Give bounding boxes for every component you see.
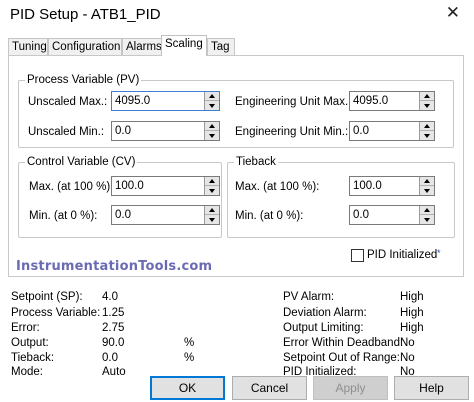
scaling-panel: Process Variable (PV) Unscaled Max.: Uns… <box>8 55 464 277</box>
tieback-min-spinner[interactable] <box>349 205 435 225</box>
watermark-text: InstrumentationTools.com <box>16 259 213 274</box>
spin-down-icon[interactable] <box>205 131 219 140</box>
status-label: Mode: <box>11 366 43 378</box>
tab-alarms[interactable]: Alarms <box>122 38 162 56</box>
spin-down-icon[interactable] <box>205 101 219 110</box>
eng-max-label: Engineering Unit Max.: <box>235 96 352 108</box>
tab-configuration[interactable]: Configuration <box>48 38 122 56</box>
tieback-group-title: Tieback <box>234 155 278 169</box>
status-value: No <box>400 352 415 364</box>
status-label: Output: <box>11 337 49 349</box>
status-unit: % <box>184 352 195 364</box>
spin-down-icon[interactable] <box>420 215 434 224</box>
status-value: 1.25 <box>102 307 125 319</box>
status-label: Setpoint Out of Range: <box>283 352 400 364</box>
status-label: Error Within Deadband: <box>283 337 404 349</box>
tieback-group: Tieback <box>227 155 455 238</box>
tieback-max-spinner[interactable] <box>349 176 435 196</box>
cancel-button[interactable]: Cancel <box>232 376 307 400</box>
unscaled-min-field[interactable] <box>112 122 204 140</box>
status-value: No <box>400 337 415 349</box>
spin-down-icon[interactable] <box>205 186 219 195</box>
ok-button[interactable]: OK <box>150 376 225 400</box>
spin-down-icon[interactable] <box>420 101 434 110</box>
status-value: 0.0 <box>102 352 118 364</box>
window-title: PID Setup - ATB1_PID <box>10 6 161 23</box>
tieback-max-field[interactable] <box>350 177 419 195</box>
tieback-max-label: Max. (at 100 %): <box>235 181 320 193</box>
cv-min-field[interactable] <box>112 206 204 224</box>
spin-up-icon[interactable] <box>420 92 434 101</box>
status-unit: % <box>184 337 195 349</box>
cv-group: Control Variable (CV) <box>18 155 222 238</box>
spin-up-icon[interactable] <box>205 92 219 101</box>
status-label: PV Alarm: <box>283 291 335 303</box>
spin-up-icon[interactable] <box>420 177 434 186</box>
eng-max-spinner[interactable] <box>349 91 435 111</box>
status-label: Output Limiting: <box>283 322 364 334</box>
cv-max-label: Max. (at 100 %): <box>29 181 114 193</box>
unscaled-min-spinner[interactable] <box>111 121 220 141</box>
eng-max-field[interactable] <box>350 92 419 110</box>
spin-up-icon[interactable] <box>205 122 219 131</box>
spin-up-icon[interactable] <box>420 122 434 131</box>
spin-down-icon[interactable] <box>420 131 434 140</box>
tieback-min-field[interactable] <box>350 206 419 224</box>
spin-up-icon[interactable] <box>205 206 219 215</box>
spin-down-icon[interactable] <box>420 186 434 195</box>
status-value: High <box>400 291 424 303</box>
tab-tag[interactable]: Tag <box>207 38 235 56</box>
spin-up-icon[interactable] <box>205 177 219 186</box>
status-label: Deviation Alarm: <box>283 307 367 319</box>
cv-min-label: Min. (at 0 %): <box>29 210 98 222</box>
status-label: Process Variable: <box>11 307 101 319</box>
status-label: Error: <box>11 322 40 334</box>
status-value: 4.0 <box>102 291 118 303</box>
cv-min-spinner[interactable] <box>111 205 220 225</box>
status-value: 90.0 <box>102 337 125 349</box>
tab-scaling[interactable]: Scaling <box>161 35 207 56</box>
help-button[interactable]: Help <box>394 376 469 400</box>
unscaled-min-label: Unscaled Min.: <box>28 126 105 138</box>
eng-min-spinner[interactable] <box>349 121 435 141</box>
cv-group-title: Control Variable (CV) <box>25 155 138 169</box>
spin-down-icon[interactable] <box>205 215 219 224</box>
spin-up-icon[interactable] <box>420 206 434 215</box>
pid-initialized-marker: * <box>437 248 441 258</box>
tab-tuning[interactable]: Tuning <box>8 38 48 56</box>
cv-max-spinner[interactable] <box>111 176 220 196</box>
pid-initialized-checkbox[interactable] <box>351 249 364 262</box>
close-icon[interactable]: ✕ <box>446 3 460 23</box>
tieback-min-label: Min. (at 0 %): <box>235 210 304 222</box>
eng-min-label: Engineering Unit Min.: <box>235 126 349 138</box>
unscaled-max-label: Unscaled Max.: <box>28 96 108 108</box>
status-label: Tieback: <box>11 352 55 364</box>
pid-initialized-label: PID Initialized <box>367 249 438 261</box>
status-value: Auto <box>102 366 126 378</box>
pv-group-title: Process Variable (PV) <box>25 73 142 87</box>
eng-min-field[interactable] <box>350 122 419 140</box>
status-value: 2.75 <box>102 322 125 334</box>
status-value: High <box>400 322 424 334</box>
apply-button[interactable]: Apply <box>313 376 388 400</box>
unscaled-max-spinner[interactable] <box>111 91 220 111</box>
status-label: Setpoint (SP): <box>11 291 83 303</box>
cv-max-field[interactable] <box>112 177 204 195</box>
unscaled-max-field[interactable] <box>112 92 204 110</box>
status-value: High <box>400 307 424 319</box>
